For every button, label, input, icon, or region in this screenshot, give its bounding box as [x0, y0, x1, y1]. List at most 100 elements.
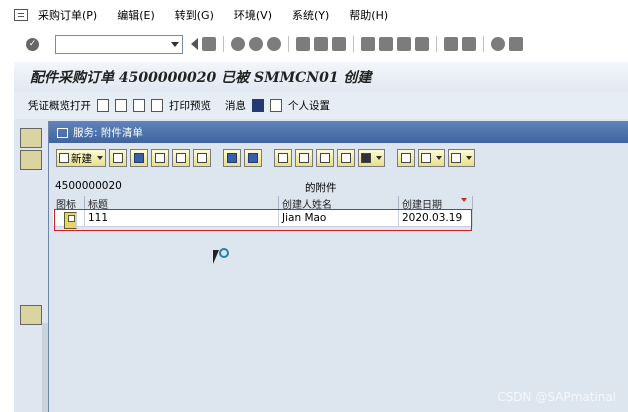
signature-button[interactable] [109, 149, 127, 167]
refresh-icon [227, 153, 237, 163]
chevron-down-icon [466, 156, 472, 160]
find-icon[interactable] [314, 37, 328, 51]
item-toggle-icon[interactable] [20, 305, 42, 325]
print-preview-button[interactable]: 打印预览 [169, 98, 211, 113]
busy-cursor-icon [213, 248, 229, 268]
next-page-icon[interactable] [397, 37, 411, 51]
layout-icon [451, 153, 461, 163]
info-icon[interactable] [252, 99, 264, 112]
watermark: CSDN @SAPmatinal [497, 390, 616, 404]
shortcut-icon[interactable] [462, 37, 476, 51]
chevron-down-icon [436, 156, 442, 160]
display-button[interactable] [130, 149, 148, 167]
trash-icon [176, 153, 186, 163]
window-menu-icon[interactable] [14, 9, 28, 21]
search-icon [248, 153, 258, 163]
find-next-button[interactable] [337, 149, 355, 167]
table-header: 图标 标题 创建人姓名 创建日期 [53, 196, 473, 211]
find-next-icon [341, 153, 351, 163]
document-icon[interactable] [97, 99, 109, 112]
menu-environment[interactable]: 环境(V) [234, 7, 272, 23]
cart-icon[interactable] [20, 128, 42, 148]
menu-edit[interactable]: 编辑(E) [117, 7, 155, 23]
new-button[interactable]: 新建 [56, 149, 106, 167]
help-icon[interactable] [491, 37, 505, 51]
filter-icon [361, 153, 371, 163]
first-page-icon[interactable] [361, 37, 375, 51]
header-toggle-icon[interactable] [20, 150, 42, 170]
page-title: 配件采购订单 4500000020 已被 SMMCN01 创建 [30, 70, 372, 86]
chevron-down-icon[interactable] [171, 41, 179, 47]
previous-page-icon[interactable] [379, 37, 393, 51]
edit-button[interactable] [151, 149, 169, 167]
print-button[interactable] [397, 149, 415, 167]
back-triangle-icon[interactable] [191, 38, 198, 50]
cancel-icon[interactable] [267, 37, 281, 51]
personal-settings-icon[interactable] [270, 99, 282, 112]
delete-button[interactable] [172, 149, 190, 167]
table-row[interactable]: 111 Jian Mao 2020.03.19 [53, 209, 473, 229]
row-date-cell[interactable]: 2020.03.19 [399, 209, 473, 227]
filter-button[interactable] [358, 149, 385, 167]
busy-indicator [219, 248, 229, 258]
row-title-cell[interactable]: 111 [85, 209, 279, 227]
attachment-table: 图标 标题 创建人姓名 创建日期 111 Jian Mao 2020.03.19 [53, 196, 473, 229]
column-header-title[interactable]: 标题 [85, 196, 279, 211]
row-creator-cell[interactable]: Jian Mao [279, 209, 399, 227]
voucher-overview-button[interactable]: 凭证概览打开 [28, 98, 91, 113]
system-toolbar: ✓ [0, 30, 628, 58]
sort-indicator-icon [461, 198, 467, 202]
find-next-icon[interactable] [332, 37, 346, 51]
messages-button[interactable]: 消息 [225, 98, 246, 113]
note-icon [63, 211, 77, 229]
layout-menu-icon[interactable] [509, 37, 523, 51]
export-icon [421, 153, 431, 163]
print-preview-icon[interactable] [151, 99, 163, 112]
binoculars-icon [320, 153, 330, 163]
sort-ascending-icon [278, 153, 288, 163]
refresh-button[interactable] [223, 149, 241, 167]
print-icon[interactable] [296, 37, 310, 51]
display-icon [134, 153, 144, 163]
menu-help[interactable]: 帮助(H) [349, 7, 388, 23]
command-field[interactable] [55, 34, 183, 54]
new-session-icon[interactable] [444, 37, 458, 51]
last-page-icon[interactable] [415, 37, 429, 51]
menu-goto[interactable]: 转到(G) [175, 7, 214, 23]
exit-icon[interactable] [249, 37, 263, 51]
menu-system[interactable]: 系统(Y) [292, 7, 329, 23]
row-type-cell[interactable] [53, 209, 85, 229]
column-header-icon[interactable]: 图标 [53, 196, 85, 211]
toolbar-separator [288, 36, 289, 52]
new-button-label: 新建 [71, 152, 92, 165]
window-icon [57, 127, 68, 138]
chevron-down-icon [97, 156, 103, 160]
toolbar-separator [483, 36, 484, 52]
menu-purchase-order[interactable]: 采购订单(P) [38, 7, 97, 23]
sort-ascending-button[interactable] [274, 149, 292, 167]
menu-bar: 采购订单(P) 编辑(E) 转到(G) 环境(V) 系统(Y) 帮助(H) [0, 0, 628, 30]
save-icon[interactable] [202, 37, 216, 51]
attachment-caption: 的附件 [305, 182, 337, 194]
find-in-list-button[interactable] [316, 149, 334, 167]
export-button[interactable] [418, 149, 445, 167]
personal-settings-button[interactable]: 个人设置 [288, 98, 330, 113]
enter-check-icon[interactable]: ✓ [26, 37, 39, 51]
application-toolbar: 凭证概览打开 打印预览 消息 个人设置 [14, 92, 628, 119]
sort-descending-button[interactable] [295, 149, 313, 167]
document-number: 4500000020 [55, 180, 122, 192]
toolbar-separator [436, 36, 437, 52]
layout-button[interactable] [448, 149, 475, 167]
chevron-down-icon [376, 156, 382, 160]
toolbar-separator [353, 36, 354, 52]
other-document-icon[interactable] [133, 99, 145, 112]
find-button[interactable] [244, 149, 262, 167]
back-icon[interactable] [231, 37, 245, 51]
screen-title-bar: 配件采购订单 4500000020 已被 SMMCN01 创建 [14, 62, 628, 92]
column-header-creator[interactable]: 创建人姓名 [279, 196, 399, 211]
dialog-title: 服务: 附件清单 [73, 127, 143, 139]
display-change-icon[interactable] [115, 99, 127, 112]
toolbar-separator [223, 36, 224, 52]
dialog-title-bar[interactable]: 服务: 附件清单 [49, 122, 628, 143]
detail-button[interactable] [193, 149, 211, 167]
